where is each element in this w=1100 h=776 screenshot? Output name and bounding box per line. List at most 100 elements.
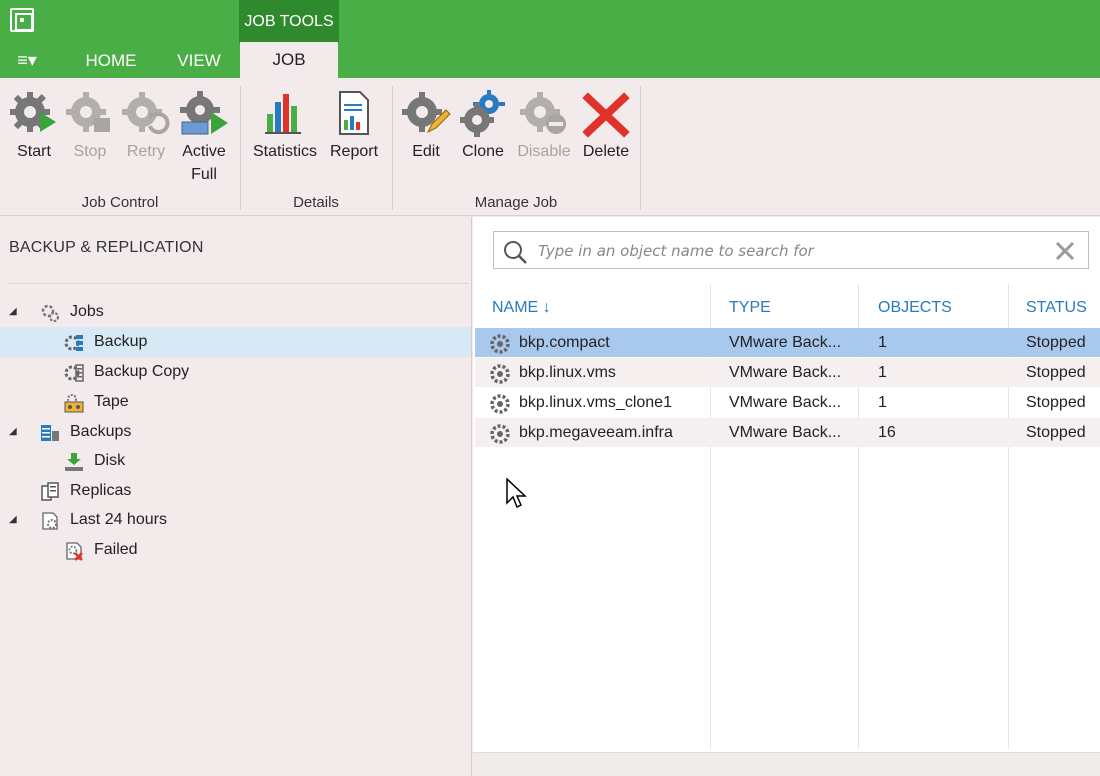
start-label: Start: [17, 143, 51, 160]
main-menu-button[interactable]: ≡▾: [6, 43, 48, 78]
tree-item-jobs[interactable]: ◢ Jobs: [0, 297, 471, 327]
tree-item-replicas[interactable]: Replicas: [0, 476, 471, 506]
tree-item-label: Replicas: [70, 482, 132, 499]
column-header-type[interactable]: TYPE: [729, 299, 771, 317]
clone-button[interactable]: Clone: [456, 88, 510, 163]
job-gear-icon: [490, 334, 510, 354]
statistics-label: Statistics: [252, 143, 317, 160]
tree-item-label: Tape: [94, 393, 129, 410]
active-full-icon: [180, 91, 228, 135]
edit-button[interactable]: Edit: [400, 88, 452, 163]
content-pane: NAME ↓ TYPE OBJECTS STATUS bkp.compact V…: [473, 217, 1100, 776]
mouse-cursor-icon: [506, 478, 527, 509]
table-row[interactable]: bkp.megaveeam.infra VMware Back... 16 St…: [475, 418, 1100, 447]
job-gear-icon: [490, 424, 510, 444]
report-button[interactable]: Report: [326, 88, 382, 163]
last-24-hours-icon: [42, 512, 58, 530]
tree-item-backup[interactable]: Backup: [0, 327, 471, 357]
disable-icon: [520, 92, 566, 134]
cell-status: Stopped: [1026, 394, 1086, 411]
edit-label: Edit: [412, 143, 440, 160]
job-gear-icon: [490, 394, 510, 414]
stop-icon: [66, 92, 110, 132]
column-header-objects[interactable]: OBJECTS: [878, 299, 952, 317]
tree-item-disk[interactable]: Disk: [0, 446, 471, 476]
tree-item-backups[interactable]: ◢ Backups: [0, 417, 471, 447]
clear-search-icon[interactable]: [1054, 240, 1076, 262]
collapse-arrow-icon[interactable]: ◢: [9, 297, 17, 327]
report-label: Report: [329, 143, 379, 160]
column-header-status[interactable]: STATUS: [1026, 299, 1087, 317]
tab-home[interactable]: HOME: [70, 43, 152, 78]
cell-name: bkp.linux.vms: [519, 364, 616, 381]
column-header-name[interactable]: NAME ↓: [492, 299, 551, 317]
disable-label: Disable: [517, 143, 571, 160]
sort-arrow-icon: ↓: [542, 299, 551, 316]
tab-view[interactable]: VIEW: [160, 43, 238, 78]
edit-icon: [402, 92, 451, 134]
cell-status: Stopped: [1026, 424, 1086, 441]
nav-title: BACKUP & REPLICATION: [9, 239, 204, 256]
search-box[interactable]: [493, 231, 1089, 269]
tree-item-last-24-hours[interactable]: ◢ Last 24 hours: [0, 505, 471, 535]
tree-item-tape[interactable]: Tape: [0, 387, 471, 417]
active-full-label-line2: Full: [191, 166, 217, 183]
collapse-arrow-icon[interactable]: ◢: [9, 505, 17, 535]
app-logo-icon[interactable]: [10, 8, 34, 32]
cell-type: VMware Back...: [729, 334, 842, 351]
cell-type: VMware Back...: [729, 394, 842, 411]
start-button[interactable]: Start: [8, 88, 60, 163]
group-separator: [392, 86, 393, 210]
ribbon: Start Stop Retry Active Full Job Control…: [0, 78, 1100, 216]
tree-item-label: Backups: [70, 423, 132, 440]
active-full-button[interactable]: Active Full: [176, 88, 232, 186]
cell-name: bkp.compact: [519, 334, 610, 351]
active-full-label-line1: Active: [182, 143, 226, 160]
delete-label: Delete: [582, 143, 630, 160]
delete-button[interactable]: Delete: [578, 88, 634, 163]
tape-icon: [64, 394, 84, 413]
clone-label: Clone: [462, 143, 504, 160]
navigation-pane: BACKUP & REPLICATION ◢ Jobs Backup Backu…: [0, 217, 472, 776]
cell-type: VMware Back...: [729, 424, 842, 441]
group-separator: [640, 86, 641, 210]
replicas-icon: [41, 482, 59, 501]
disk-icon: [65, 453, 83, 471]
stop-label: Stop: [73, 143, 107, 160]
retry-button[interactable]: Retry: [120, 88, 172, 163]
table-row[interactable]: bkp.linux.vms_clone1 VMware Back... 1 St…: [475, 388, 1100, 417]
cell-status: Stopped: [1026, 334, 1086, 351]
tree-item-failed[interactable]: Failed: [0, 535, 471, 565]
tree-item-label: Failed: [94, 541, 138, 558]
retry-icon: [122, 92, 170, 135]
collapse-arrow-icon[interactable]: ◢: [9, 417, 17, 447]
group-label-job-control: Job Control: [81, 194, 159, 211]
backups-icon: [41, 425, 59, 441]
group-label-details: Details: [293, 194, 339, 211]
failed-icon: [66, 542, 83, 561]
table-row[interactable]: bkp.compact VMware Back... 1 Stopped: [475, 328, 1100, 357]
group-label-manage-job: Manage Job: [474, 194, 558, 211]
cell-objects: 1: [878, 364, 887, 381]
column-header-label: NAME: [492, 299, 539, 316]
statistics-button[interactable]: Statistics: [248, 88, 322, 163]
cell-name: bkp.linux.vms_clone1: [519, 394, 672, 411]
search-input[interactable]: [538, 240, 1038, 262]
table-row[interactable]: bkp.linux.vms VMware Back... 1 Stopped: [475, 358, 1100, 387]
status-strip: [473, 752, 1100, 776]
jobs-icon: [41, 304, 60, 323]
tab-job[interactable]: JOB: [240, 42, 338, 78]
cell-status: Stopped: [1026, 364, 1086, 381]
tree-item-label: Jobs: [70, 303, 104, 320]
disable-button[interactable]: Disable: [514, 88, 574, 163]
statistics-icon: [265, 94, 301, 134]
tree-item-backup-copy[interactable]: Backup Copy: [0, 357, 471, 387]
retry-label: Retry: [126, 143, 166, 160]
cell-objects: 16: [878, 424, 896, 441]
cell-objects: 1: [878, 394, 887, 411]
tree-item-label: Backup: [94, 333, 148, 350]
title-bar: JOB TOOLS ≡▾ HOME VIEW JOB: [0, 0, 1100, 78]
tree-item-label: Backup Copy: [94, 363, 190, 380]
stop-button[interactable]: Stop: [64, 88, 116, 163]
report-icon: [339, 91, 369, 135]
